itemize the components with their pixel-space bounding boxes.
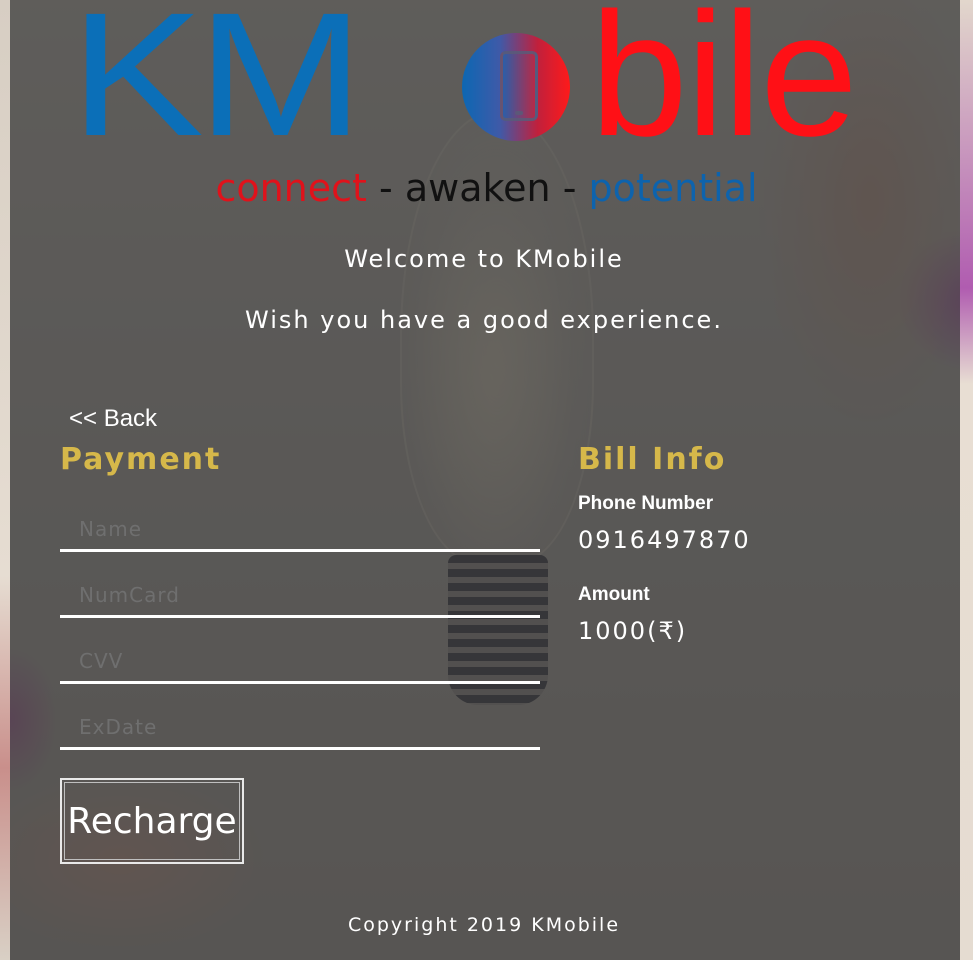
tagline-potential: potential — [588, 166, 758, 210]
tagline-connect: connect — [215, 166, 367, 210]
payment-section-title: Payment — [60, 442, 222, 477]
card-number-input[interactable] — [60, 574, 540, 618]
kmobile-logo: KM bile — [70, 0, 900, 173]
welcome-heading: Welcome to KMobile — [344, 245, 624, 273]
background-edge-right — [960, 0, 973, 960]
tagline-separator: - — [562, 166, 577, 210]
tagline-separator: - — [379, 166, 393, 210]
name-input[interactable] — [60, 508, 540, 552]
footer-copyright: Copyright 2019 KMobile — [347, 914, 621, 936]
expiry-date-input[interactable] — [60, 706, 540, 750]
phone-number-label: Phone Number — [578, 493, 714, 514]
background-edge-left — [0, 0, 10, 960]
bill-info-title: Bill Info — [578, 442, 727, 477]
amount-label: Amount — [578, 584, 650, 605]
tagline-awaken: awaken — [404, 166, 551, 210]
recharge-button[interactable]: Recharge — [60, 778, 244, 864]
back-link[interactable]: << Back — [69, 405, 157, 433]
mobile-phone-icon — [500, 51, 538, 121]
logo-km-text: KM — [70, 0, 364, 173]
logo-tagline: connect - awaken - potential — [0, 163, 973, 213]
welcome-subtext: Wish you have a good experience. — [245, 306, 723, 334]
cvv-input[interactable] — [60, 640, 540, 684]
phone-number-value: 0916497870 — [578, 526, 751, 554]
amount-value: 1000(₹) — [578, 617, 688, 645]
logo-bile-text: bile — [590, 0, 858, 173]
